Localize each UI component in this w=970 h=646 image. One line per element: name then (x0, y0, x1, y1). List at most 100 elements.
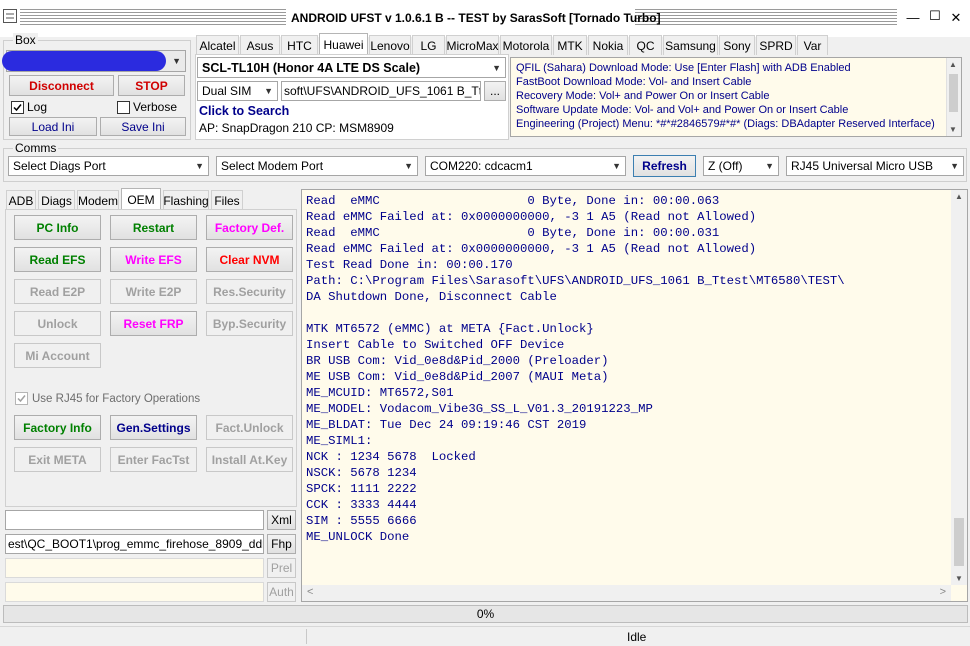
log-checkbox[interactable]: Log (11, 100, 47, 114)
model-select[interactable]: SCL-TL10H (Honor 4A LTE DS Scale) ▼ (197, 57, 506, 78)
tab-files[interactable]: Files (211, 190, 243, 210)
firmware-path-input[interactable]: soft\UFS\ANDROID_UFS_1061 B_Ttest (281, 81, 481, 101)
z-mode-select[interactable]: Z (Off) ▼ (703, 156, 779, 176)
tab-samsung[interactable]: Samsung (663, 35, 718, 55)
tab-motorola[interactable]: Motorola (500, 35, 552, 55)
minimize-button[interactable]: — (904, 10, 922, 25)
redaction-mark (2, 51, 166, 71)
log-line: ME_MODEL: Vodacom_Vibe3G_SS_L_V01.3_2019… (306, 402, 653, 416)
tab-alcatel[interactable]: Alcatel (196, 35, 239, 55)
log-line: Test Read Done in: 00:00.170 (306, 258, 513, 272)
chevron-down-icon: ▼ (404, 161, 413, 171)
fact-unlock-button[interactable]: Fact.Unlock (206, 415, 293, 440)
app-icon (3, 9, 17, 23)
z-mode-value: Z (Off) (708, 159, 743, 173)
com-port-select[interactable]: COM220: cdcacm1 ▼ (425, 156, 626, 176)
log-line: Read eMMC Failed at: 0x0000000000, -3 1 … (306, 210, 757, 224)
mode-info-line: QFIL (Sahara) Download Mode: Use [Enter … (516, 62, 851, 74)
com-port-value: COM220: cdcacm1 (430, 159, 533, 173)
gen-settings-button[interactable]: Gen.Settings (110, 415, 197, 440)
fhp-button[interactable]: Fhp (267, 534, 296, 554)
tab-sprd[interactable]: SPRD (756, 35, 796, 55)
factory-info-button[interactable]: Factory Info (14, 415, 101, 440)
xml-path-input[interactable] (5, 510, 264, 530)
browse-button[interactable]: ... (484, 81, 506, 101)
log-panel[interactable]: Read eMMC 0 Byte, Done in: 00:00.063 Read… (301, 189, 968, 602)
enter-factst-button[interactable]: Enter FacTst (110, 447, 197, 472)
log-text: Read eMMC 0 Byte, Done in: 00:00.063 Read… (306, 193, 845, 545)
tab-mtk[interactable]: MTK (553, 35, 587, 55)
mode-info-panel: QFIL (Sahara) Download Mode: Use [Enter … (510, 57, 962, 137)
sim-select[interactable]: Dual SIM ▼ (197, 81, 278, 101)
tab-nokia[interactable]: Nokia (588, 35, 628, 55)
tab-flashing[interactable]: Flashing (163, 190, 209, 210)
firehose-path-input[interactable]: est\QC_BOOT1\prog_emmc_firehose_8909_ddr… (5, 534, 264, 554)
log-line: ME_UNLOCK Done (306, 530, 410, 544)
chevron-down-icon: ▼ (195, 161, 204, 171)
maximize-button[interactable]: ☐ (926, 8, 944, 24)
tab-qc[interactable]: QC (629, 35, 662, 55)
log-vertical-scrollbar[interactable]: ▲ ▼ (951, 190, 967, 585)
load-ini-button[interactable]: Load Ini (9, 117, 97, 136)
oem-panel: PC Info Restart Factory Def. Read EFS Write … (5, 209, 297, 507)
prel-button[interactable]: Prel (267, 558, 296, 578)
disconnect-button[interactable]: Disconnect (9, 75, 114, 96)
log-label: Log (27, 100, 48, 114)
tab-htc[interactable]: HTC (281, 35, 318, 55)
scroll-thumb[interactable] (954, 518, 964, 566)
tab-lenovo[interactable]: Lenovo (369, 35, 411, 55)
auth-button[interactable]: Auth (267, 582, 296, 602)
xml-button[interactable]: Xml (267, 510, 296, 530)
oem-button-grid-2: Factory Info Gen.Settings Fact.Unlock Exit … (6, 210, 296, 480)
info-scrollbar[interactable]: ▲ ▼ (946, 58, 961, 136)
progress-bar: 0% (3, 605, 968, 623)
verbose-checkbox[interactable]: Verbose (117, 100, 177, 114)
log-line: ME USB Com: Vid_0e8d&Pid_2007 (MAUI Meta… (306, 370, 609, 384)
ap-info: AP: SnapDragon 210 (199, 121, 313, 135)
tab-sony[interactable]: Sony (719, 35, 755, 55)
log-line: MTK MT6572 (eMMC) at META {Fact.Unlock} (306, 322, 594, 336)
log-line: ME_MCUID: MT6572,S01 (306, 386, 454, 400)
status-text: Idle (627, 630, 647, 644)
tab-lg[interactable]: LG (412, 35, 445, 55)
scroll-thumb[interactable] (949, 74, 958, 112)
save-ini-button[interactable]: Save Ini (100, 117, 186, 136)
chevron-down-icon: ▼ (765, 161, 774, 171)
exit-meta-button[interactable]: Exit META (14, 447, 101, 472)
scroll-down-icon[interactable]: ▼ (955, 574, 963, 583)
log-line: BR USB Com: Vid_0e8d&Pid_2000 (Preloader… (306, 354, 609, 368)
scroll-right-icon[interactable]: > (940, 586, 946, 598)
scroll-up-icon[interactable]: ▲ (955, 192, 963, 201)
refresh-button[interactable]: Refresh (633, 155, 696, 177)
stop-button[interactable]: STOP (118, 75, 185, 96)
scroll-left-icon[interactable]: < (307, 586, 313, 598)
status-bar: Idle (0, 626, 970, 646)
mode-info-line: Recovery Mode: Vol+ and Power On or Inse… (516, 90, 770, 102)
tab-adb[interactable]: ADB (6, 190, 36, 210)
model-value: SCL-TL10H (Honor 4A LTE DS Scale) (202, 60, 421, 75)
tab-micromax[interactable]: MicroMax (446, 35, 499, 55)
modem-port-select[interactable]: Select Modem Port ▼ (216, 156, 418, 176)
tab-asus[interactable]: Asus (240, 35, 280, 55)
prel-path-input[interactable] (5, 558, 264, 578)
tab-huawei[interactable]: Huawei (319, 33, 368, 55)
function-tabs: ADB Diags Modem OEM Flashing Files (6, 188, 296, 210)
install-at-key-button[interactable]: Install At.Key (206, 447, 293, 472)
log-line: Read eMMC 0 Byte, Done in: 00:00.031 (306, 226, 720, 240)
click-to-search-link[interactable]: Click to Search (199, 104, 289, 118)
tab-modem[interactable]: Modem (77, 190, 119, 210)
tab-oem[interactable]: OEM (121, 188, 161, 210)
scroll-down-icon[interactable]: ▼ (949, 125, 957, 134)
rj45-select[interactable]: RJ45 Universal Micro USB ▼ (786, 156, 964, 176)
tab-diags[interactable]: Diags (38, 190, 75, 210)
close-button[interactable]: ✕ (947, 10, 965, 26)
tab-var[interactable]: Var (797, 35, 828, 55)
log-horizontal-scrollbar[interactable]: < > (302, 585, 951, 601)
diags-port-select[interactable]: Select Diags Port ▼ (8, 156, 209, 176)
auth-path-input[interactable] (5, 582, 264, 602)
log-line: NSCK: 5678 1234 (306, 466, 417, 480)
log-line: Path: C:\Program Files\Sarasoft\UFS\ANDR… (306, 274, 845, 288)
box-group-label: Box (13, 33, 38, 47)
scroll-up-icon[interactable]: ▲ (949, 60, 957, 69)
